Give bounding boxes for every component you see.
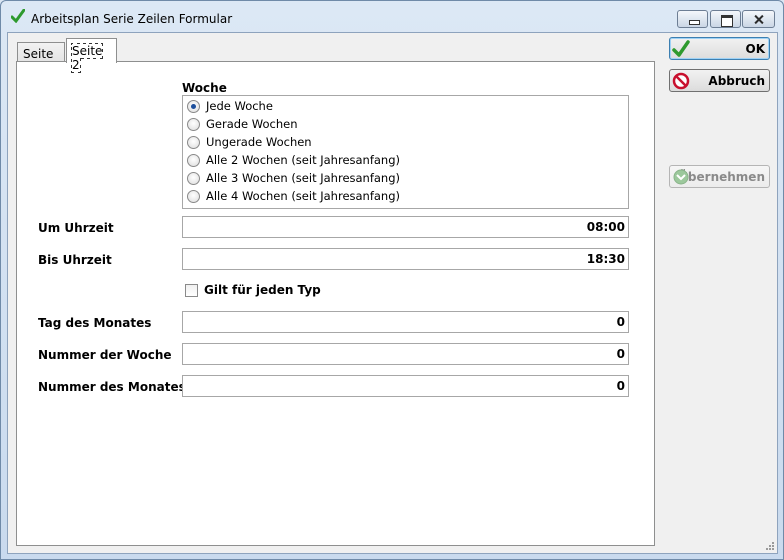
apply-button[interactable]: Übernehmen <box>669 165 770 188</box>
no-entry-icon <box>672 72 690 90</box>
bis-uhrzeit-input[interactable]: 18:30 <box>182 248 629 270</box>
client-area: Seite 1 Seite 2 Woche Jede Woche Gerade … <box>7 32 778 554</box>
nummer-der-woche-input[interactable]: 0 <box>182 343 629 365</box>
woche-group-title: Woche <box>182 81 227 95</box>
app-window: Arbeitsplan Serie Zeilen Formular Seite … <box>0 0 784 560</box>
tab-seite-2[interactable]: Seite 2 <box>66 38 117 73</box>
bis-uhrzeit-label: Bis Uhrzeit <box>38 253 112 267</box>
radio-option-jede-woche[interactable]: Jede Woche <box>187 98 273 114</box>
radio-option-alle-3-wochen[interactable]: Alle 3 Wochen (seit Jahresanfang) <box>187 170 400 186</box>
gilt-fuer-jeden-typ-checkbox-row[interactable]: Gilt für jeden Typ <box>185 283 321 297</box>
ok-button[interactable]: OK <box>669 37 770 60</box>
woche-radio-group: Jede Woche Gerade Wochen Ungerade Wochen… <box>182 95 629 209</box>
radio-label: Gerade Wochen <box>206 117 298 131</box>
radio-button[interactable] <box>187 99 200 113</box>
radio-option-alle-2-wochen[interactable]: Alle 2 Wochen (seit Jahresanfang) <box>187 152 400 168</box>
title-bar[interactable]: Arbeitsplan Serie Zeilen Formular <box>1 1 783 31</box>
tab-panel: Woche Jede Woche Gerade Wochen Ungerade … <box>16 61 655 546</box>
radio-button[interactable] <box>187 135 200 149</box>
um-uhrzeit-input[interactable]: 08:00 <box>182 216 629 238</box>
tab-seite-1[interactable]: Seite 1 <box>17 42 65 75</box>
arrow-down-circle-icon <box>673 169 689 185</box>
resize-grip-icon[interactable] <box>765 541 775 551</box>
radio-button[interactable] <box>187 117 200 131</box>
um-uhrzeit-label: Um Uhrzeit <box>38 221 114 235</box>
tag-des-monates-input[interactable]: 0 <box>182 311 629 333</box>
maximize-button[interactable] <box>710 10 741 28</box>
radio-label: Alle 2 Wochen (seit Jahresanfang) <box>206 153 401 167</box>
gilt-fuer-jeden-typ-checkbox[interactable] <box>185 283 198 297</box>
tag-des-monates-label: Tag des Monates <box>38 316 152 330</box>
radio-button[interactable] <box>187 171 200 185</box>
checkbox-label: Gilt für jeden Typ <box>204 283 321 297</box>
nummer-des-monates-input[interactable]: 0 <box>182 375 629 397</box>
cancel-button-label: Abbruch <box>708 74 765 88</box>
close-button[interactable] <box>742 10 775 28</box>
radio-label: Alle 4 Wochen (seit Jahresanfang) <box>206 189 401 203</box>
window-title: Arbeitsplan Serie Zeilen Formular <box>31 12 233 26</box>
radio-label: Alle 3 Wochen (seit Jahresanfang) <box>206 171 401 185</box>
minimize-button[interactable] <box>677 10 708 28</box>
radio-option-ungerade-wochen[interactable]: Ungerade Wochen <box>187 134 312 150</box>
nummer-des-monates-label: Nummer des Monates <box>38 380 186 394</box>
apply-button-label: Übernehmen <box>678 170 765 184</box>
cancel-button[interactable]: Abbruch <box>669 69 770 92</box>
radio-button[interactable] <box>187 189 200 203</box>
radio-label: Ungerade Wochen <box>206 135 312 149</box>
radio-option-alle-4-wochen[interactable]: Alle 4 Wochen (seit Jahresanfang) <box>187 188 400 204</box>
checkmark-icon <box>11 9 25 23</box>
radio-option-gerade-wochen[interactable]: Gerade Wochen <box>187 116 298 132</box>
checkmark-icon <box>672 40 690 57</box>
radio-label: Jede Woche <box>206 99 273 113</box>
nummer-der-woche-label: Nummer der Woche <box>38 348 172 362</box>
radio-button[interactable] <box>187 153 200 167</box>
ok-button-label: OK <box>745 42 766 56</box>
